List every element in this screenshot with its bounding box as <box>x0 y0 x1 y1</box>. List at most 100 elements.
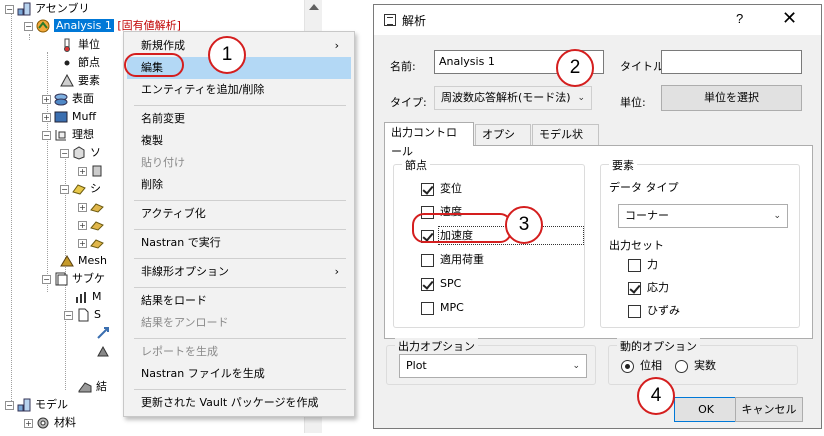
menu-item-nonlinear-options[interactable]: 非線形オプション › <box>127 261 351 283</box>
menu-item-label: 非線形オプション <box>141 265 229 278</box>
tree-item-mesh[interactable]: Mesh <box>60 252 107 270</box>
displacement-checkbox[interactable]: 変位 <box>421 181 462 197</box>
collapse-toggle[interactable]: − <box>60 148 69 158</box>
phase-radio[interactable]: 位相 <box>621 358 662 374</box>
tree-item-model[interactable]: − モデル <box>5 396 68 414</box>
tree-item-m[interactable]: M <box>74 288 102 306</box>
radio-label: 位相 <box>640 359 662 372</box>
output-set-label: 出力セット <box>609 239 664 252</box>
tree-item-results[interactable]: 結 <box>78 378 107 396</box>
expand-toggle[interactable]: + <box>78 166 87 176</box>
tree-item-shell-child[interactable]: + <box>78 216 108 234</box>
tree-item-label: シ <box>90 182 101 195</box>
menu-separator <box>134 200 346 201</box>
collapse-toggle[interactable]: − <box>5 4 14 14</box>
tree-item-constraint[interactable] <box>96 342 114 360</box>
tree-item-shell[interactable]: − シ <box>60 180 101 198</box>
menu-item-paste[interactable]: 貼り付け <box>127 152 351 174</box>
dialog-titlebar[interactable]: 解析 ? ✕ <box>374 5 821 35</box>
menu-item-activate[interactable]: アクティブ化 <box>127 203 351 225</box>
tree-item-muff[interactable]: + Muff <box>42 108 96 126</box>
tree-item-load[interactable] <box>96 324 114 342</box>
title-field[interactable] <box>661 50 802 74</box>
radio-dot[interactable] <box>621 359 634 373</box>
analysis-type-select[interactable]: 周波数応答解析(モード法) ⌄ <box>434 86 592 110</box>
real-radio[interactable]: 実数 <box>675 358 716 374</box>
help-button[interactable]: ? <box>736 11 743 26</box>
dynamic-options-title: 動的オプション <box>617 338 700 354</box>
select-unit-button[interactable]: 単位を選択 <box>661 85 802 111</box>
tree-item-idealization[interactable]: − 理想 <box>42 126 94 144</box>
load-icon <box>96 326 110 340</box>
expand-toggle[interactable]: + <box>78 202 87 212</box>
expand-toggle[interactable]: + <box>42 112 51 122</box>
spc-checkbox[interactable]: SPC <box>421 276 461 292</box>
checkbox-box[interactable] <box>421 277 434 291</box>
tab-output-control[interactable]: 出力コントロール <box>384 122 474 158</box>
tree-item-shell-child[interactable]: + <box>78 198 108 216</box>
tree-item-shell-child[interactable]: + <box>78 234 108 252</box>
result-icon <box>78 380 92 394</box>
tree-item-subcase[interactable]: − サブケ <box>42 270 105 288</box>
collapse-toggle[interactable]: − <box>60 184 69 194</box>
expand-toggle[interactable]: + <box>78 220 87 230</box>
checkbox-box[interactable] <box>421 253 434 267</box>
checkbox-box[interactable] <box>421 182 434 196</box>
nodes-group: 節点 変位 速度 加速度 適用荷重 SPC MPC <box>393 157 585 328</box>
chevron-down-icon: ⌄ <box>577 93 585 103</box>
menu-item-generate-report[interactable]: レポートを生成 <box>127 341 351 363</box>
expand-toggle[interactable]: + <box>78 238 87 248</box>
menu-item-run-nastran[interactable]: Nastran で実行 <box>127 232 351 254</box>
tree-item-assembly[interactable]: − アセンブリ <box>5 0 89 18</box>
cancel-button[interactable]: キャンセル <box>735 397 803 422</box>
menu-item-label: アクティブ化 <box>141 207 206 220</box>
force-checkbox[interactable]: 力 <box>628 257 658 273</box>
model-icon <box>17 398 31 412</box>
shell-part-icon <box>90 200 104 214</box>
tree-item-nodes[interactable]: 節点 <box>60 54 100 72</box>
tree-item-elements[interactable]: 要素 <box>60 72 100 90</box>
applied-load-checkbox[interactable]: 適用荷重 <box>421 252 484 268</box>
collapse-toggle[interactable]: − <box>64 310 73 320</box>
checkbox-box[interactable] <box>628 281 641 295</box>
tab-model-state[interactable]: モデル状態 <box>532 124 599 160</box>
collapse-toggle[interactable]: − <box>24 21 33 31</box>
close-icon[interactable]: ✕ <box>782 8 797 29</box>
radio-dot[interactable] <box>675 359 688 373</box>
menu-item-rename[interactable]: 名前変更 <box>127 108 351 130</box>
tree-item-child[interactable]: + <box>78 162 108 180</box>
scroll-up-icon[interactable] <box>309 4 319 10</box>
collapse-toggle[interactable]: − <box>42 274 51 284</box>
menu-item-label: 名前変更 <box>141 112 185 125</box>
menu-item-label: 結果をアンロード <box>141 316 229 329</box>
checkbox-box[interactable] <box>628 304 641 318</box>
menu-item-add-remove-entity[interactable]: エンティティを追加/削除 <box>127 79 351 101</box>
tree-item-units[interactable]: 単位 <box>60 36 100 54</box>
tree-item-surfaces[interactable]: + 表面 <box>42 90 94 108</box>
menu-item-unload-results[interactable]: 結果をアンロード <box>127 312 351 334</box>
expand-toggle[interactable]: + <box>42 94 51 104</box>
menu-item-delete[interactable]: 削除 <box>127 174 351 196</box>
collapse-toggle[interactable]: − <box>42 130 51 140</box>
menu-separator <box>134 287 346 288</box>
menu-item-generate-nastran-file[interactable]: Nastran ファイルを生成 <box>127 363 351 385</box>
collapse-toggle[interactable]: − <box>5 400 14 410</box>
mpc-checkbox[interactable]: MPC <box>421 300 464 316</box>
output-option-select[interactable]: Plot ⌄ <box>399 354 587 378</box>
strain-checkbox[interactable]: ひずみ <box>628 303 680 319</box>
stress-checkbox[interactable]: 応力 <box>628 280 669 296</box>
checkbox-box[interactable] <box>628 258 641 272</box>
tab-options[interactable]: オプション <box>475 124 531 160</box>
menu-item-duplicate[interactable]: 複製 <box>127 130 351 152</box>
context-menu: 新規作成 › 編集 エンティティを追加/削除 名前変更 複製 貼り付け 削除 アク… <box>123 31 355 417</box>
tree-item-solid[interactable]: − ソ <box>60 144 101 162</box>
expand-toggle[interactable]: + <box>24 418 33 428</box>
data-type-select[interactable]: コーナー ⌄ <box>618 204 788 228</box>
tree-item-label: 理想 <box>72 128 94 141</box>
tree-item-s[interactable]: − S <box>64 306 101 324</box>
tree-item-material[interactable]: + 材料 <box>24 414 76 432</box>
checkbox-box[interactable] <box>421 301 434 315</box>
menu-item-create-vault-package[interactable]: 更新された Vault パッケージを作成 <box>127 392 351 414</box>
ok-button[interactable]: OK <box>674 397 738 422</box>
menu-item-load-results[interactable]: 結果をロード <box>127 290 351 312</box>
